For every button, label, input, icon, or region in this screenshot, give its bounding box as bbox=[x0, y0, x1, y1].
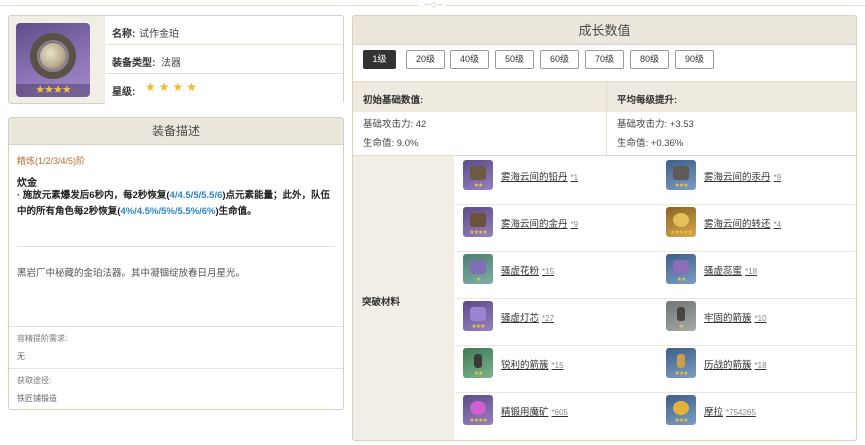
top-decoration: ∼◇∼ bbox=[0, 0, 865, 9]
portrait-stars: ★★★★ bbox=[16, 84, 90, 97]
skill-name: 炊金 bbox=[17, 178, 37, 189]
avg-stats-header: 平均每级提升: bbox=[617, 95, 678, 106]
material-icon: ★ bbox=[666, 301, 696, 331]
material-name[interactable]: 雾海云间的铅丹 *1 bbox=[501, 169, 578, 183]
base-atk: 基础攻击力: 42 bbox=[363, 119, 427, 130]
material-name[interactable]: 雾海云间的金丹 *9 bbox=[501, 216, 578, 230]
level-tab-40[interactable]: 40级 bbox=[450, 50, 489, 69]
material-icon: ★★★ bbox=[463, 301, 493, 331]
weapon-gem-icon bbox=[40, 43, 66, 69]
material-icon: ★★★★★ bbox=[666, 207, 696, 237]
material-item[interactable]: ★★★★ 精锻用魔矿 *605 bbox=[463, 393, 683, 427]
material-item[interactable]: ★★★ 骚虚灯芯 *27 bbox=[463, 299, 683, 333]
rarity-label: 星级: bbox=[112, 87, 136, 98]
weapon-portrait: ★★★★ bbox=[16, 23, 90, 97]
divider bbox=[9, 368, 343, 369]
base-stats-header: 初始基础数值: bbox=[363, 95, 424, 106]
material-item[interactable]: ★★ 雾海云间的铅丹 *1 bbox=[463, 158, 683, 192]
avg-hp: 生命值: +0.36% bbox=[617, 138, 684, 149]
source-value: 铁匠铺锻造 bbox=[17, 394, 57, 403]
type-row: 装备类型: 法器 bbox=[105, 45, 343, 74]
materials-label: 突破材料 bbox=[362, 297, 401, 308]
rarity-stars: ★★★★ bbox=[145, 80, 201, 94]
material-item[interactable]: ★★★ 雾海云间的汞丹 *9 bbox=[666, 158, 865, 192]
materials-label-cell: 突破材料 bbox=[353, 156, 454, 440]
material-item[interactable]: ★ 骚虚花粉 *15 bbox=[463, 252, 683, 286]
refinement-label: 精炼(1/2/3/4/5)阶 bbox=[17, 156, 86, 166]
skill-description: · 施放元素爆发后6秒内，每2秒恢复(4/4.5/5/5.5/6)点元素能量；此… bbox=[17, 188, 339, 220]
level-tab-90[interactable]: 90级 bbox=[675, 50, 714, 69]
level-tab-70[interactable]: 70级 bbox=[585, 50, 624, 69]
material-icon: ★★ bbox=[463, 160, 493, 190]
material-name[interactable]: 骚虚灯芯 *27 bbox=[501, 310, 554, 324]
material-icon: ★★★ bbox=[666, 160, 696, 190]
material-name[interactable]: 牢固的箭簇 *10 bbox=[704, 310, 767, 324]
material-item[interactable]: ★★★ 摩拉 *754265 bbox=[666, 393, 865, 427]
source-label: 获取途径: bbox=[17, 376, 52, 385]
name-value: 试作金珀 bbox=[139, 29, 179, 40]
column-divider bbox=[606, 81, 607, 155]
top-divider-right bbox=[446, 5, 865, 6]
avg-atk: 基础攻击力: +3.53 bbox=[617, 119, 694, 130]
material-item[interactable]: ★★★★ 雾海云间的金丹 *9 bbox=[463, 205, 683, 239]
type-value: 法器 bbox=[161, 58, 181, 69]
growth-stats-card: 成长数值 1级 20级 40级 50级 60级 70级 80级 90级 初始基础… bbox=[352, 15, 857, 441]
material-name[interactable]: 锐利的箭簇 *15 bbox=[501, 357, 564, 371]
material-item[interactable]: ★★ 锐利的箭簇 *15 bbox=[463, 346, 683, 380]
material-name[interactable]: 雾海云间的汞丹 *9 bbox=[704, 169, 781, 183]
divider bbox=[9, 326, 343, 327]
info-rows: 名称: 试作金珀 装备类型: 法器 星级: ★★★★ bbox=[105, 16, 343, 104]
material-icon: ★★ bbox=[463, 348, 493, 378]
material-item[interactable]: ★★★ 历战的箭簇 *18 bbox=[666, 346, 865, 380]
skill-value-highlight: 4%/4.5%/5%/5.5%/6% bbox=[120, 206, 216, 217]
material-name[interactable]: 摩拉 *754265 bbox=[704, 404, 756, 418]
material-name[interactable]: 历战的箭簇 *18 bbox=[704, 357, 767, 371]
level-tab-60[interactable]: 60级 bbox=[540, 50, 579, 69]
description-title: 装备描述 bbox=[9, 118, 343, 145]
material-name[interactable]: 骚虚花粉 *15 bbox=[501, 263, 554, 277]
flavor-text: 黑岩厂中秘藏的金珀法器。其中凝锢绽放春日月星光。 bbox=[17, 268, 246, 279]
material-item[interactable]: ★ 牢固的箭簇 *10 bbox=[666, 299, 865, 333]
weapon-info-card: ★★★★ 名称: 试作金珀 装备类型: 法器 星级: ★★★★ bbox=[8, 15, 344, 104]
material-name[interactable]: 雾海云间的转还 *4 bbox=[704, 216, 781, 230]
base-hp: 生命值: 9.0% bbox=[363, 138, 419, 149]
material-item[interactable]: ★★ 骚虚蕊蜜 *18 bbox=[666, 252, 865, 286]
material-name[interactable]: 精锻用魔矿 *605 bbox=[501, 404, 568, 418]
description-card: 装备描述 精炼(1/2/3/4/5)阶 炊金 · 施放元素爆发后6秒内，每2秒恢… bbox=[8, 117, 344, 410]
upgrade-value: 无 bbox=[17, 352, 25, 361]
skill-text-part: )生命值。 bbox=[215, 206, 257, 217]
type-label: 装备类型: bbox=[112, 58, 156, 69]
upgrade-label: 容精提阶需求: bbox=[17, 334, 68, 343]
rarity-row: 星级: ★★★★ bbox=[105, 74, 343, 104]
level-tab-20[interactable]: 20级 bbox=[406, 50, 445, 69]
material-icon: ★★★★ bbox=[463, 207, 493, 237]
material-icon: ★★★ bbox=[666, 395, 696, 425]
level-tab-80[interactable]: 80级 bbox=[630, 50, 669, 69]
level-tab-50[interactable]: 50级 bbox=[495, 50, 534, 69]
name-row: 名称: 试作金珀 bbox=[105, 16, 343, 45]
level-tab-1[interactable]: 1级 bbox=[363, 50, 396, 69]
name-label: 名称: bbox=[112, 29, 136, 40]
material-icon: ★★★ bbox=[666, 348, 696, 378]
material-icon: ★★ bbox=[666, 254, 696, 284]
skill-text-part: · 施放元素爆发后6秒内，每2秒恢复( bbox=[17, 190, 170, 201]
skill-value-highlight: 4/4.5/5/5.5/6 bbox=[169, 190, 223, 201]
material-item[interactable]: ★★★★★ 雾海云间的转还 *4 bbox=[666, 205, 865, 239]
stats-header: 初始基础数值: 平均每级提升: bbox=[353, 81, 856, 112]
material-icon: ★ bbox=[463, 254, 493, 284]
growth-title: 成长数值 bbox=[353, 16, 856, 45]
ornament-icon: ∼◇∼ bbox=[424, 0, 444, 9]
material-name[interactable]: 骚虚蕊蜜 *18 bbox=[704, 263, 757, 277]
top-divider-left bbox=[0, 5, 418, 6]
material-icon: ★★★★ bbox=[463, 395, 493, 425]
divider bbox=[17, 246, 335, 247]
